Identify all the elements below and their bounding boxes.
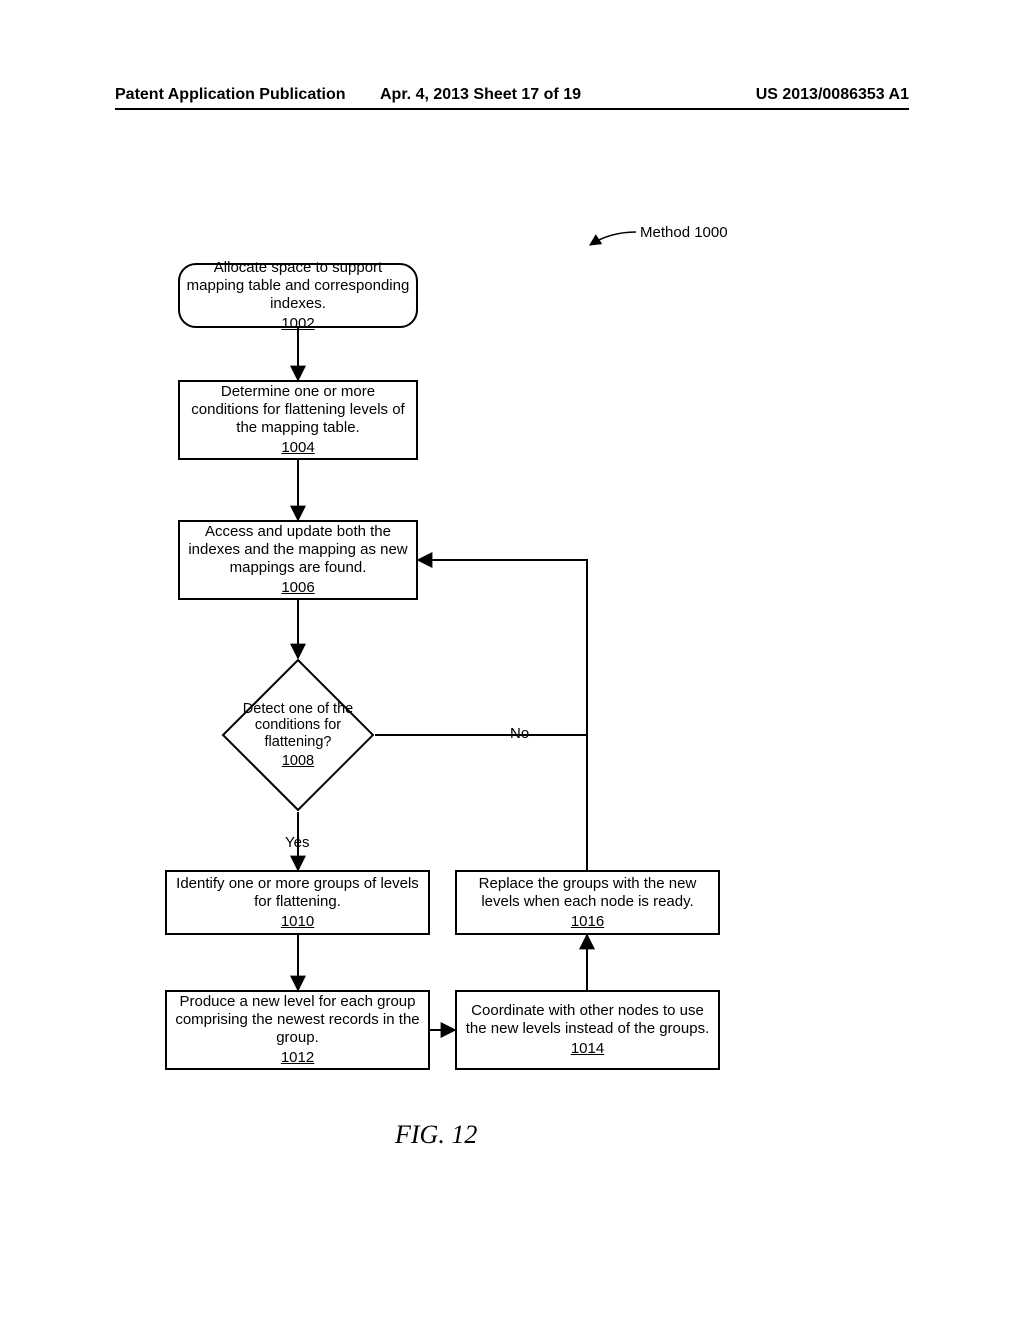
branch-no-label: No [510,725,529,742]
step-1010-num: 1010 [281,913,314,931]
step-1002-text: Allocate space to support mapping table … [186,259,410,313]
connectors [0,0,1024,1320]
step-1016-text: Replace the groups with the new levels w… [463,875,712,911]
step-1004: Determine one or more conditions for fla… [178,380,418,460]
decision-1008-num: 1008 [282,753,314,770]
step-1006-text: Access and update both the indexes and t… [186,523,410,577]
step-1016: Replace the groups with the new levels w… [455,870,720,935]
step-1012-num: 1012 [281,1049,314,1067]
page: Patent Application Publication Apr. 4, 2… [0,0,1024,1320]
step-1010: Identify one or more groups of levels fo… [165,870,430,935]
step-1010-text: Identify one or more groups of levels fo… [173,875,422,911]
step-1014-num: 1014 [571,1040,604,1058]
decision-1008: Detect one of the conditions for flatten… [221,658,375,812]
step-1004-text: Determine one or more conditions for fla… [186,383,410,437]
step-1012-text: Produce a new level for each group compr… [173,993,422,1047]
branch-yes-label: Yes [285,834,309,851]
decision-1008-label: Detect one of the conditions for flatten… [221,658,375,812]
step-1016-num: 1016 [571,913,604,931]
step-1002: Allocate space to support mapping table … [178,263,418,328]
step-1006: Access and update both the indexes and t… [178,520,418,600]
step-1014-text: Coordinate with other nodes to use the n… [463,1002,712,1038]
header-left: Patent Application Publication [115,86,346,104]
method-label: Method 1000 [640,224,728,241]
figure-caption: FIG. 12 [395,1120,477,1150]
header-rule [115,108,909,110]
decision-1008-text: Detect one of the conditions for flatten… [221,701,375,751]
step-1012: Produce a new level for each group compr… [165,990,430,1070]
step-1006-num: 1006 [281,579,314,597]
step-1002-num: 1002 [281,315,314,333]
step-1014: Coordinate with other nodes to use the n… [455,990,720,1070]
step-1004-num: 1004 [281,439,314,457]
header-right: US 2013/0086353 A1 [756,86,909,104]
header-center: Apr. 4, 2013 Sheet 17 of 19 [380,86,581,104]
